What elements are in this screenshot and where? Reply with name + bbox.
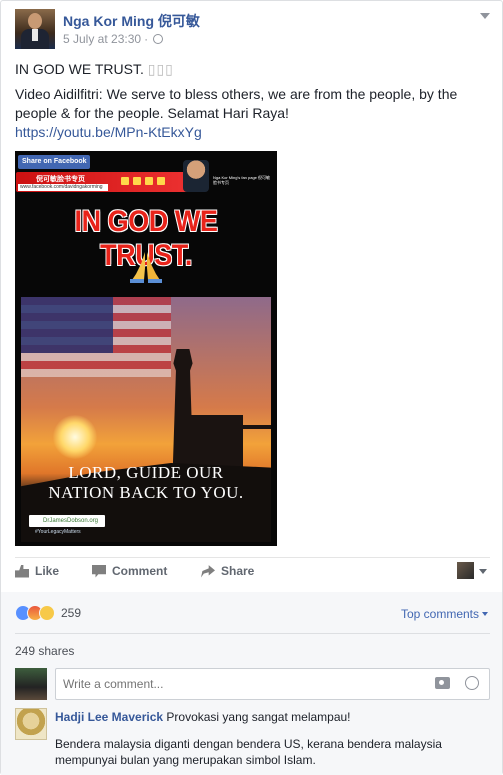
banner-phone-icon [145, 177, 153, 185]
emoji-placeholder-glyphs: ▯▯▯ [147, 61, 174, 77]
avatar-shirt [32, 29, 38, 41]
us-flag-canton [21, 297, 113, 353]
image-caption-line2: NATION BACK TO YOU. [48, 483, 244, 502]
banner-side-text: Nga Kor Ming's fan page 倪可敏脸书专页 [213, 175, 271, 185]
comment-first-line: Provokasi yang sangat melampau! [166, 710, 351, 724]
image-caption-line1: LORD, GUIDE OUR [68, 463, 224, 482]
banner-chinese-title: 倪可敏脸书专页 [36, 176, 85, 183]
like-button[interactable]: Like [15, 564, 59, 578]
fanpage-banner: 倪可敏脸书专页 www.facebook.com/davidngakorming [16, 172, 202, 192]
emoji-smile-icon[interactable] [465, 676, 479, 690]
post-link[interactable]: https://youtu.be/MPn-KtEkxYg [15, 124, 202, 140]
post-card: Nga Kor Ming 倪可敏 5 July at 23:30 · IN GO… [0, 0, 503, 775]
haha-reaction-icon [39, 605, 55, 621]
author-avatar[interactable] [15, 9, 55, 49]
top-comments-dropdown[interactable]: Top comments [401, 607, 488, 621]
page-selector-chevron-icon[interactable] [479, 569, 487, 574]
post-line1-text: IN GOD WE TRUST. [15, 61, 144, 77]
reaction-count: 259 [61, 606, 82, 620]
shares-count[interactable]: 249 shares [15, 644, 74, 658]
commenter-name[interactable]: Hadji Lee Maverick [55, 710, 163, 724]
praying-hands-icon [130, 252, 162, 283]
comment-button[interactable]: Comment [92, 564, 167, 578]
banner-search-icon [121, 177, 129, 185]
dobson-logo: DrJamesDobson.org [29, 515, 105, 527]
page-selector-avatar[interactable] [457, 562, 474, 579]
banner-mail-icon [157, 177, 165, 185]
sunset-sun [53, 415, 97, 459]
image-hashtag: #YourLegacyMatters [35, 529, 81, 535]
globe-icon [153, 34, 164, 44]
thumbs-up-icon [15, 564, 29, 578]
post-timestamp[interactable]: 5 July at 23:30 [63, 32, 141, 46]
dropdown-caret-icon [482, 612, 488, 616]
current-user-avatar [15, 668, 47, 700]
post-body-text: Video Aidilfitri: We serve to bless othe… [15, 86, 458, 121]
post-body: Video Aidilfitri: We serve to bless othe… [15, 85, 490, 142]
banner-icons [121, 177, 165, 185]
post-text: IN GOD WE TRUST. ▯▯▯ Video Aidilfitri: W… [15, 60, 490, 148]
image-caption: LORD, GUIDE OUR NATION BACK TO YOU. [21, 463, 271, 503]
comment-bubble-icon [92, 564, 106, 578]
comment-label: Comment [112, 564, 168, 578]
post-image[interactable]: Share on Facebook 倪可敏脸书专页 www.facebook.c… [15, 151, 277, 546]
comment-body: Bendera malaysia diganti dengan bendera … [55, 737, 442, 767]
top-comments-label: Top comments [400, 607, 479, 621]
reactions-summary[interactable]: 259 [15, 605, 81, 621]
banner-tv-icon [133, 177, 141, 185]
avatar-head [28, 13, 42, 29]
post-options-chevron-icon[interactable] [480, 13, 490, 19]
banner-url: www.facebook.com/davidngakorming [18, 184, 108, 191]
lighthouse-panel: LORD, GUIDE OUR NATION BACK TO YOU. DrJa… [21, 297, 271, 542]
post-line1: IN GOD WE TRUST. ▯▯▯ [15, 60, 490, 79]
camera-icon[interactable] [435, 677, 450, 689]
separator-dot: · [144, 32, 149, 46]
divider-reactions [15, 633, 490, 634]
comment-input[interactable] [55, 668, 490, 700]
share-label: Share [221, 564, 255, 578]
divider-top [15, 557, 490, 558]
banner-portrait [183, 160, 209, 192]
comment-header: Hadji Lee Maverick Provokasi yang sangat… [55, 710, 351, 724]
commenter-avatar[interactable] [15, 708, 47, 740]
share-button[interactable]: Share [201, 564, 254, 578]
pier-silhouette [241, 425, 271, 429]
share-arrow-icon [201, 565, 215, 578]
author-name[interactable]: Nga Kor Ming 倪可敏 [63, 11, 200, 31]
share-on-facebook-badge: Share on Facebook [18, 155, 90, 169]
lighthouse-house [183, 415, 243, 470]
post-meta: 5 July at 23:30 · [63, 32, 164, 46]
like-label: Like [35, 564, 60, 578]
